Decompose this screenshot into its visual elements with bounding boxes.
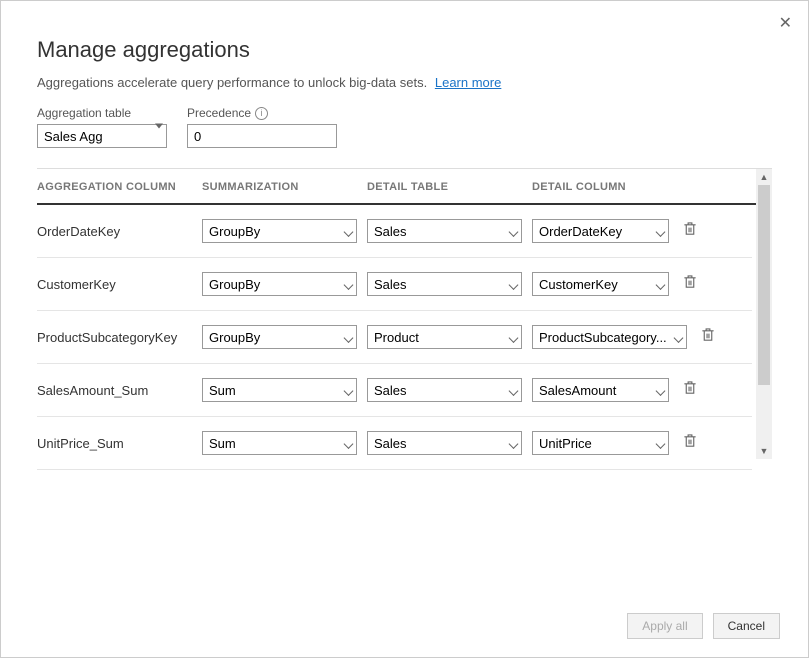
chevron-down-icon bbox=[345, 277, 352, 292]
table-row: OrderDateKey GroupBy Sales OrderDateKey bbox=[37, 205, 752, 258]
header-detail-column: DETAIL COLUMN bbox=[532, 181, 697, 193]
detail-table-select-value: Product bbox=[374, 330, 419, 345]
chevron-down-icon bbox=[510, 330, 517, 345]
agg-column-cell: SalesAmount_Sum bbox=[37, 383, 202, 398]
agg-table-label: Aggregation table bbox=[37, 106, 167, 120]
trash-icon bbox=[683, 433, 697, 448]
chevron-down-icon bbox=[657, 224, 664, 239]
header-agg-column: AGGREGATION COLUMN bbox=[37, 181, 202, 193]
header-summarization: SUMMARIZATION bbox=[202, 181, 367, 193]
detail-table-select[interactable]: Sales bbox=[367, 219, 522, 243]
summarization-select[interactable]: Sum bbox=[202, 378, 357, 402]
agg-table-value: Sales Agg bbox=[44, 129, 103, 144]
table-row: UnitPrice_Sum Sum Sales UnitPrice bbox=[37, 417, 752, 470]
precedence-label: Precedence i bbox=[187, 106, 337, 120]
chevron-down-icon bbox=[345, 224, 352, 239]
detail-table-select-value: Sales bbox=[374, 277, 407, 292]
precedence-group: Precedence i bbox=[187, 106, 337, 148]
close-icon: ✕ bbox=[779, 15, 792, 32]
summarization-select-value: GroupBy bbox=[209, 277, 260, 292]
chevron-down-icon bbox=[345, 383, 352, 398]
detail-column-select[interactable]: SalesAmount bbox=[532, 378, 669, 402]
chevron-down-icon bbox=[510, 224, 517, 239]
trash-icon bbox=[683, 274, 697, 289]
description-text: Aggregations accelerate query performanc… bbox=[37, 75, 427, 90]
info-icon[interactable]: i bbox=[255, 107, 268, 120]
chevron-down-icon bbox=[345, 436, 352, 451]
learn-more-link[interactable]: Learn more bbox=[435, 75, 501, 90]
summarization-select[interactable]: GroupBy bbox=[202, 219, 357, 243]
chevron-down-icon bbox=[510, 277, 517, 292]
detail-column-select[interactable]: CustomerKey bbox=[532, 272, 669, 296]
dialog-description: Aggregations accelerate query performanc… bbox=[37, 75, 772, 90]
summarization-select-value: Sum bbox=[209, 436, 236, 451]
chevron-down-icon bbox=[657, 383, 664, 398]
detail-column-select-value: SalesAmount bbox=[539, 383, 616, 398]
table-row: ProductSubcategoryKey GroupBy Product Pr… bbox=[37, 311, 752, 364]
dialog-title: Manage aggregations bbox=[37, 37, 772, 63]
top-controls: Aggregation table Sales Agg Precedence i bbox=[37, 106, 772, 148]
detail-column-select[interactable]: UnitPrice bbox=[532, 431, 669, 455]
delete-row-button[interactable] bbox=[683, 433, 697, 453]
summarization-select[interactable]: GroupBy bbox=[202, 325, 357, 349]
precedence-label-text: Precedence bbox=[187, 106, 251, 120]
detail-table-select[interactable]: Product bbox=[367, 325, 522, 349]
dialog-body: Manage aggregations Aggregations acceler… bbox=[1, 1, 808, 470]
detail-table-select-value: Sales bbox=[374, 383, 407, 398]
agg-column-cell: CustomerKey bbox=[37, 277, 202, 292]
scroll-thumb[interactable] bbox=[758, 185, 770, 385]
aggregation-table: ▲ ▼ AGGREGATION COLUMN SUMMARIZATION DET… bbox=[37, 168, 772, 470]
detail-column-select[interactable]: OrderDateKey bbox=[532, 219, 669, 243]
detail-table-select[interactable]: Sales bbox=[367, 272, 522, 296]
detail-column-select-value: OrderDateKey bbox=[539, 224, 622, 239]
trash-icon bbox=[683, 380, 697, 395]
summarization-select-value: GroupBy bbox=[209, 330, 260, 345]
detail-column-select-value: CustomerKey bbox=[539, 277, 618, 292]
dialog-footer: Apply all Cancel bbox=[627, 613, 780, 639]
precedence-input[interactable] bbox=[187, 124, 337, 148]
chevron-down-icon bbox=[345, 330, 352, 345]
delete-row-button[interactable] bbox=[683, 274, 697, 294]
summarization-select[interactable]: Sum bbox=[202, 431, 357, 455]
close-button[interactable]: ✕ bbox=[779, 13, 792, 33]
scroll-down-icon[interactable]: ▼ bbox=[756, 443, 772, 459]
delete-row-button[interactable] bbox=[683, 221, 697, 241]
summarization-select-value: GroupBy bbox=[209, 224, 260, 239]
chevron-down-icon bbox=[510, 436, 517, 451]
agg-column-cell: UnitPrice_Sum bbox=[37, 436, 202, 451]
detail-table-select-value: Sales bbox=[374, 436, 407, 451]
detail-column-select-value: UnitPrice bbox=[539, 436, 592, 451]
summarization-select[interactable]: GroupBy bbox=[202, 272, 357, 296]
apply-all-button[interactable]: Apply all bbox=[627, 613, 702, 639]
summarization-select-value: Sum bbox=[209, 383, 236, 398]
agg-table-select[interactable]: Sales Agg bbox=[37, 124, 167, 148]
table-header-row: AGGREGATION COLUMN SUMMARIZATION DETAIL … bbox=[37, 169, 772, 205]
detail-table-select[interactable]: Sales bbox=[367, 431, 522, 455]
scrollbar[interactable]: ▲ ▼ bbox=[756, 169, 772, 459]
agg-column-cell: ProductSubcategoryKey bbox=[37, 330, 202, 345]
trash-icon bbox=[683, 221, 697, 236]
table-row: CustomerKey GroupBy Sales CustomerKey bbox=[37, 258, 752, 311]
cancel-button[interactable]: Cancel bbox=[713, 613, 780, 639]
agg-table-group: Aggregation table Sales Agg bbox=[37, 106, 167, 148]
chevron-down-icon bbox=[657, 277, 664, 292]
detail-table-select[interactable]: Sales bbox=[367, 378, 522, 402]
trash-icon bbox=[701, 327, 715, 342]
delete-row-button[interactable] bbox=[701, 327, 715, 347]
chevron-down-icon bbox=[657, 436, 664, 451]
scroll-up-icon[interactable]: ▲ bbox=[756, 169, 772, 185]
header-detail-table: DETAIL TABLE bbox=[367, 181, 532, 193]
agg-column-cell: OrderDateKey bbox=[37, 224, 202, 239]
chevron-down-icon bbox=[675, 330, 682, 345]
dropdown-arrow-icon bbox=[155, 129, 163, 144]
detail-table-select-value: Sales bbox=[374, 224, 407, 239]
table-row: SalesAmount_Sum Sum Sales SalesAmount bbox=[37, 364, 752, 417]
chevron-down-icon bbox=[510, 383, 517, 398]
delete-row-button[interactable] bbox=[683, 380, 697, 400]
detail-column-select-value: ProductSubcategory... bbox=[539, 330, 667, 345]
detail-column-select[interactable]: ProductSubcategory... bbox=[532, 325, 687, 349]
